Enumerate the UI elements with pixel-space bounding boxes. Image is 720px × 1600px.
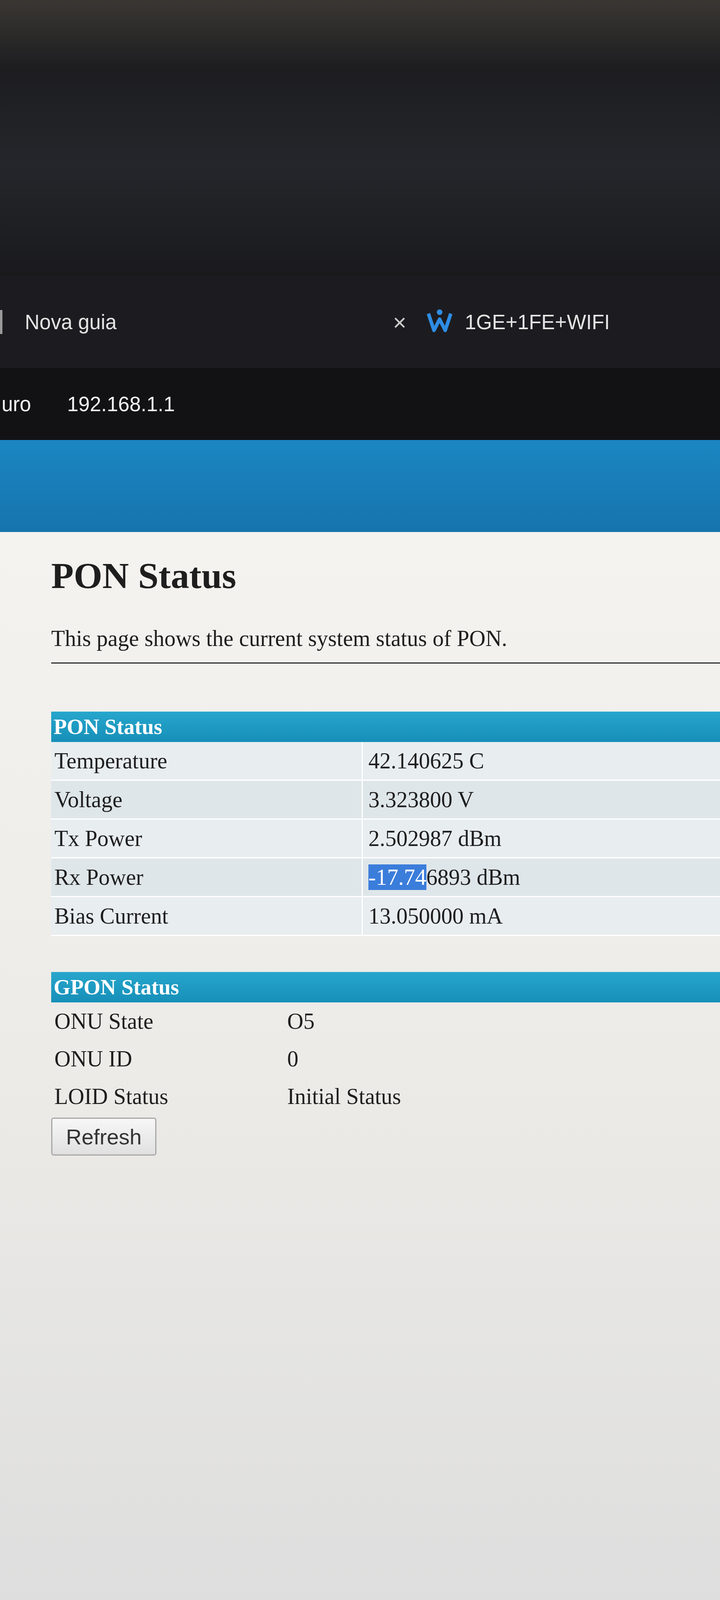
row-value: 42.140625 C — [362, 742, 720, 780]
table-row: ONU StateO5 — [51, 1002, 720, 1040]
row-label: Rx Power — [51, 858, 363, 896]
pon-status-table: PON StatusTemperature42.140625 CVoltage3… — [51, 711, 720, 936]
table-header: PON Status — [51, 711, 720, 742]
row-value: 0 — [281, 1040, 720, 1078]
row-value: -17.746893 dBm — [362, 858, 720, 896]
row-value: 2.502987 dBm — [362, 819, 720, 858]
page-description: This page shows the current system statu… — [51, 624, 720, 654]
tab-bar: Nova guia × 1GE+1FE+WIFI — [0, 276, 720, 368]
table-row: Tx Power2.502987 dBm — [51, 819, 720, 859]
value-text: 13.050000 mA — [368, 903, 503, 929]
tab-edge — [0, 310, 3, 334]
row-value: O5 — [281, 1002, 720, 1040]
table-row: ONU ID0 — [51, 1040, 720, 1078]
row-label: LOID Status — [51, 1077, 282, 1116]
table-row: Rx Power-17.746893 dBm — [51, 858, 720, 898]
table-row: LOID StatusInitial Status — [51, 1077, 720, 1116]
row-label: Temperature — [51, 742, 363, 780]
divider — [51, 662, 720, 664]
value-text: 42.140625 C — [368, 748, 484, 774]
table-row: Voltage3.323800 V — [51, 780, 720, 820]
value-text: -17.74 — [368, 864, 427, 890]
address-bar[interactable]: uro 192.168.1.1 — [0, 368, 720, 440]
refresh-button[interactable]: Refresh — [51, 1117, 157, 1156]
tab-label: 1GE+1FE+WIFI — [464, 310, 610, 334]
row-label: ONU ID — [51, 1040, 282, 1078]
row-value: 3.323800 V — [362, 780, 720, 819]
page-content: PON Status This page shows the current sy… — [0, 532, 720, 1600]
row-label: Bias Current — [51, 897, 363, 935]
value-text: 6893 dBm — [426, 864, 521, 890]
monitor-bezel — [0, 0, 720, 276]
browser-tab[interactable]: 1GE+1FE+WIFI — [416, 304, 620, 340]
browser-tab[interactable]: Nova guia × — [0, 304, 416, 340]
table-row: Temperature42.140625 C — [51, 742, 720, 781]
row-label: Voltage — [51, 780, 363, 819]
button-row: Refresh — [51, 1117, 720, 1156]
tab-label: Nova guia — [24, 310, 382, 334]
address-prefix: uro — [1, 392, 32, 416]
router-logo-icon — [425, 308, 454, 336]
value-text: 3.323800 V — [368, 786, 474, 813]
table-header: GPON Status — [51, 972, 720, 1003]
close-tab-button[interactable]: × — [392, 308, 407, 336]
value-text: 2.502987 dBm — [368, 825, 502, 852]
row-value: Initial Status — [281, 1077, 720, 1116]
row-label: ONU State — [51, 1002, 282, 1040]
address-url[interactable]: 192.168.1.1 — [67, 392, 175, 416]
screen: Nova guia × 1GE+1FE+WIFI uro 192.168.1.1 PON … — [0, 0, 720, 1600]
page-header-band — [0, 440, 720, 532]
row-value: 13.050000 mA — [362, 897, 720, 935]
page-title: PON Status — [51, 552, 720, 600]
gpon-status-table: GPON StatusONU StateO5ONU ID0LOID Status… — [51, 972, 720, 1116]
row-label: Tx Power — [51, 819, 363, 858]
table-row: Bias Current13.050000 mA — [51, 897, 720, 936]
